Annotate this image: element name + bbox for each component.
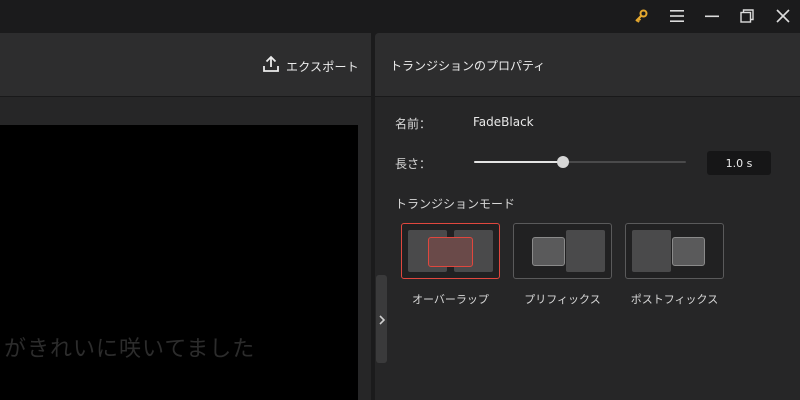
- name-label: 名前：: [395, 117, 432, 131]
- mode-overlap-card[interactable]: [401, 223, 500, 279]
- minimize-icon[interactable]: [700, 4, 724, 28]
- properties-header: トランジションのプロパティ: [375, 33, 800, 97]
- mode-postfix-label: ポストフィックス: [630, 293, 719, 306]
- clip-shape: [566, 230, 605, 272]
- preview-header: エクスポート: [0, 33, 371, 97]
- duration-slider[interactable]: [474, 155, 686, 169]
- mode-postfix-card[interactable]: [625, 223, 724, 279]
- slider-thumb[interactable]: [557, 156, 570, 168]
- clip-shape: [632, 230, 671, 272]
- video-preview[interactable]: がきれいに咲いてました: [0, 125, 358, 400]
- overlap-region-shape: [428, 237, 473, 267]
- name-value: FadeBlack: [473, 115, 534, 129]
- transition-shape: [532, 237, 565, 266]
- menu-icon[interactable]: [665, 4, 689, 28]
- restore-icon[interactable]: [735, 4, 759, 28]
- transition-shape: [672, 237, 705, 266]
- mode-overlap-label: オーバーラップ: [412, 293, 489, 306]
- transition-mode-label: トランジションモード: [395, 197, 516, 211]
- upload-icon: [262, 55, 280, 77]
- mode-prefix-label: プリフィックス: [524, 293, 601, 306]
- slider-fill: [474, 161, 564, 163]
- export-label: エクスポート: [286, 59, 359, 74]
- export-button[interactable]: エクスポート: [262, 53, 359, 79]
- preview-panel: エクスポート がきれいに咲いてました: [0, 33, 371, 400]
- duration-input[interactable]: 1.0 s: [707, 151, 771, 175]
- duration-label: 長さ：: [395, 157, 432, 171]
- title-bar: [0, 0, 800, 32]
- panel-title: トランジションのプロパティ: [390, 59, 546, 73]
- mode-prefix-card[interactable]: [513, 223, 612, 279]
- chevron-right-icon: [378, 310, 385, 329]
- preview-subtitle: がきれいに咲いてました: [4, 337, 256, 362]
- close-icon[interactable]: [771, 4, 795, 28]
- transition-properties-panel: トランジションのプロパティ 名前： FadeBlack 長さ： 1.0 s トラ…: [375, 33, 800, 400]
- panel-collapse-handle[interactable]: [376, 275, 387, 363]
- key-icon[interactable]: [629, 4, 653, 28]
